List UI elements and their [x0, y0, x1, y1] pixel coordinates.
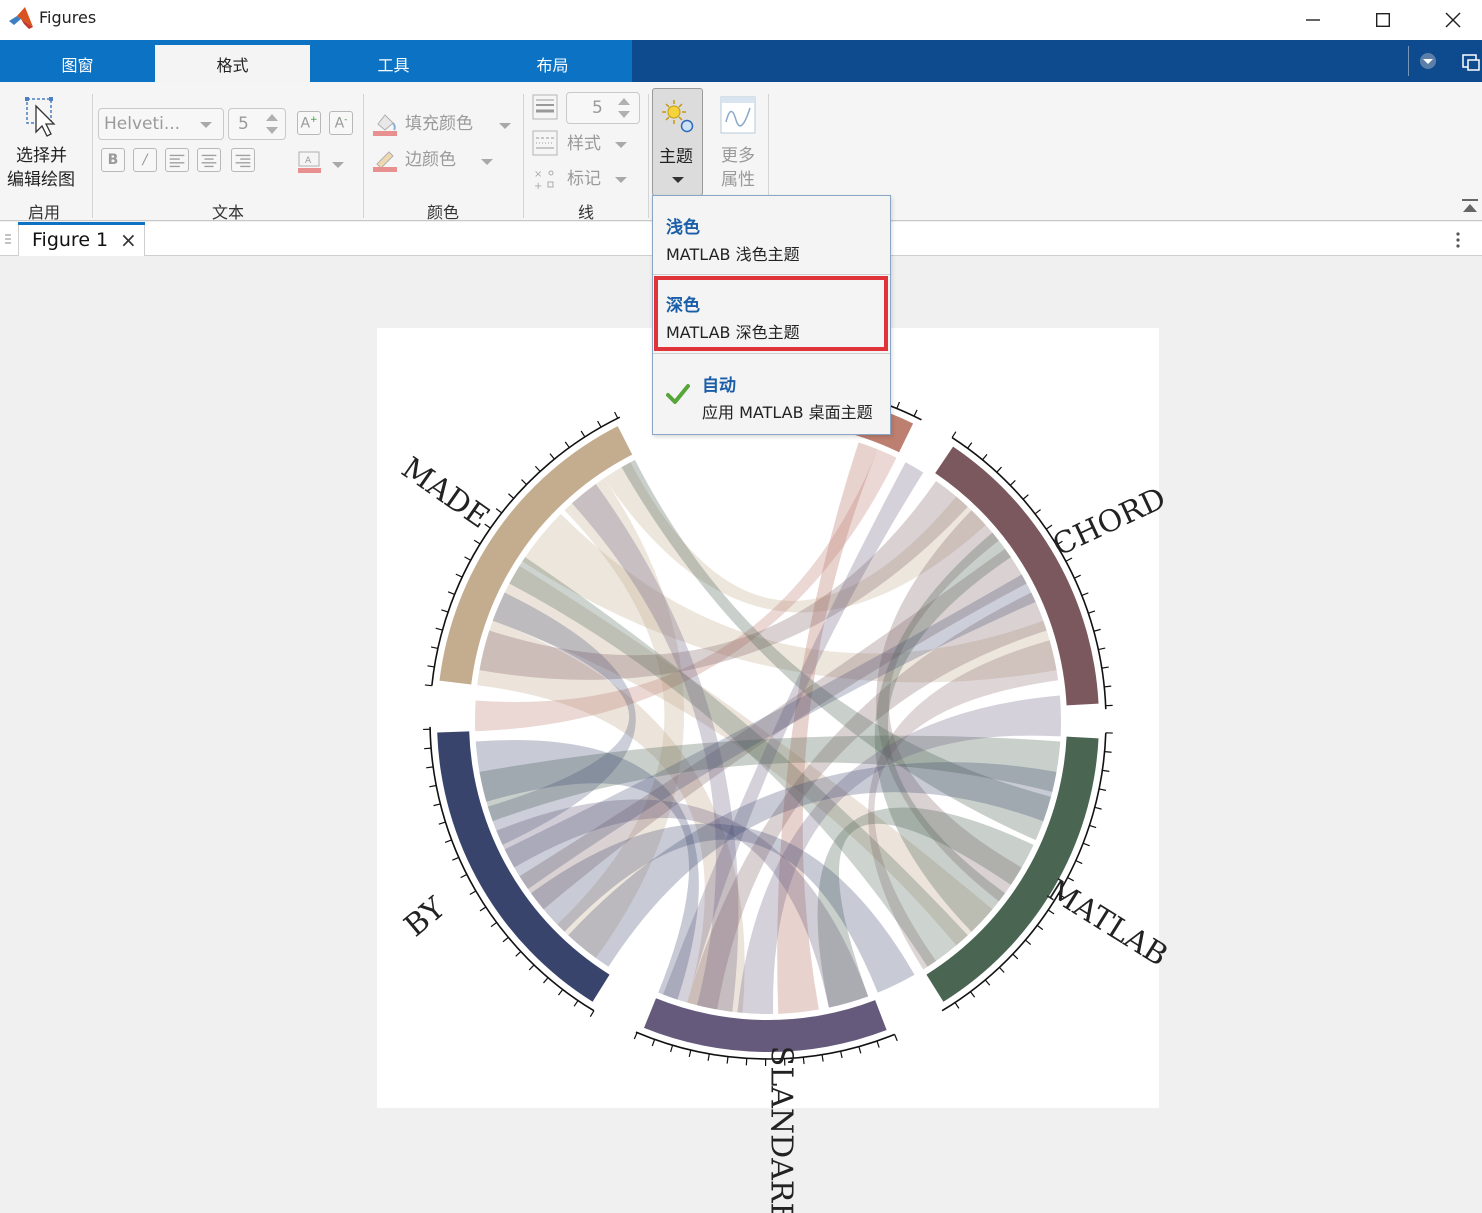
- tab-figure[interactable]: 图窗: [0, 45, 155, 82]
- decrease-font-icon: A-: [334, 114, 348, 132]
- menu-item-title: 自动: [702, 376, 736, 396]
- tab-strip-divider: [1408, 46, 1409, 76]
- tick-mark: [1104, 685, 1112, 688]
- svg-text:×: ×: [534, 169, 542, 180]
- close-icon: [1445, 12, 1461, 28]
- line-width-icon: [532, 94, 558, 120]
- tick-mark: [802, 1057, 805, 1065]
- maximize-button[interactable]: [1354, 0, 1412, 40]
- maximize-icon: [1376, 13, 1390, 27]
- group-divider: [363, 94, 364, 218]
- line-width-spinner[interactable]: 5: [566, 92, 640, 124]
- menu-item-desc: MATLAB 浅色主题: [666, 245, 800, 264]
- marker-button[interactable]: 标记: [567, 167, 601, 191]
- close-tab-icon[interactable]: ×: [120, 228, 137, 252]
- collapse-toolstrip-icon[interactable]: [1460, 196, 1480, 218]
- label-slandarer: SLANDARER: [763, 1046, 798, 1213]
- svg-text:A: A: [305, 156, 312, 166]
- more-options-icon[interactable]: [1448, 230, 1468, 250]
- group-divider: [92, 94, 93, 218]
- align-right-icon[interactable]: [231, 148, 255, 172]
- font-name-value: Helveti...: [104, 114, 181, 134]
- tab-format[interactable]: 格式: [155, 45, 310, 82]
- ribbon-tab-strip: 图窗 格式 工具 布局: [0, 40, 1482, 82]
- close-button[interactable]: [1424, 0, 1482, 40]
- chevron-down-icon[interactable]: [481, 159, 493, 165]
- bold-button[interactable]: B: [101, 148, 125, 172]
- svg-text:+: +: [534, 181, 542, 192]
- edge-color-icon: [373, 151, 397, 172]
- chevron-down-icon: [200, 122, 212, 128]
- menu-item-light[interactable]: 浅色 MATLAB 浅色主题: [653, 196, 890, 274]
- bold-icon: B: [107, 152, 119, 168]
- chevron-down-icon: [672, 177, 684, 183]
- active-tab-indicator: [18, 222, 145, 225]
- drag-grip-icon[interactable]: [4, 233, 12, 245]
- tab-tools[interactable]: 工具: [316, 45, 471, 82]
- theme-sun-icon: [662, 100, 694, 133]
- more-properties-line2[interactable]: 属性: [721, 168, 755, 192]
- group-label-enable: 启用: [27, 203, 60, 222]
- collapse-ribbon-icon[interactable]: [1417, 50, 1439, 72]
- marker-icon: ×+: [534, 169, 554, 192]
- group-label-line: 线: [577, 203, 594, 222]
- increase-font-icon: A+: [300, 114, 318, 132]
- undock-icon[interactable]: [1460, 51, 1482, 73]
- document-tab-figure-1[interactable]: Figure 1 ×: [18, 222, 145, 256]
- minimize-button[interactable]: [1284, 0, 1342, 40]
- group-divider: [523, 94, 524, 218]
- matlab-logo-icon: [9, 7, 33, 29]
- tick-mark: [726, 1056, 729, 1064]
- checkmark-icon: [666, 384, 690, 404]
- tab-layout[interactable]: 布局: [475, 45, 630, 82]
- menu-item-title: 浅色: [666, 218, 700, 238]
- menu-item-auto[interactable]: 自动 应用 MATLAB 桌面主题: [653, 354, 890, 434]
- italic-icon: /: [142, 152, 148, 168]
- align-center-icon[interactable]: [197, 148, 221, 172]
- dark-theme-highlight: [654, 276, 888, 351]
- font-color-icon[interactable]: A: [297, 150, 323, 176]
- tick-mark: [424, 684, 432, 687]
- theme-button[interactable]: 主题: [652, 88, 703, 196]
- chevron-down-icon[interactable]: [615, 142, 627, 148]
- tick-mark: [1104, 751, 1112, 753]
- select-edit-button-line2[interactable]: 编辑绘图: [7, 168, 75, 192]
- tick-mark: [424, 747, 432, 750]
- line-style-icon: [532, 130, 558, 156]
- select-edit-button-line1[interactable]: 选择并: [16, 144, 67, 168]
- increase-font-size-button[interactable]: A+: [297, 111, 321, 135]
- chevron-down-icon[interactable]: [332, 162, 344, 168]
- spinner-arrows-icon: [618, 98, 630, 118]
- line-width-value: 5: [592, 98, 603, 118]
- group-label-color: 颜色: [426, 203, 459, 222]
- line-style-button[interactable]: 样式: [567, 132, 601, 156]
- fill-color-button[interactable]: 填充颜色: [405, 112, 473, 136]
- menu-item-desc: 应用 MATLAB 桌面主题: [702, 403, 873, 422]
- fill-color-icon: [373, 114, 397, 136]
- chevron-down-icon[interactable]: [615, 177, 627, 183]
- title-bar: Figures: [0, 0, 1482, 40]
- group-divider: [648, 94, 649, 218]
- minimize-icon: [1306, 19, 1320, 21]
- edge-color-button[interactable]: 边颜色: [405, 148, 456, 172]
- align-left-icon[interactable]: [165, 148, 189, 172]
- font-name-dropdown[interactable]: Helveti...: [98, 108, 224, 140]
- more-properties-icon: [720, 96, 756, 134]
- document-tab-label: Figure 1: [32, 229, 109, 251]
- window-title: Figures: [39, 8, 97, 27]
- select-edit-icon: [25, 97, 56, 137]
- font-size-value: 5: [238, 114, 249, 134]
- chevron-down-icon[interactable]: [499, 123, 511, 129]
- spinner-arrows-icon: [266, 114, 278, 134]
- decrease-font-size-button[interactable]: A-: [329, 111, 353, 135]
- font-size-spinner[interactable]: 5: [228, 108, 286, 140]
- group-label-text: 文本: [211, 203, 244, 222]
- more-properties-line1[interactable]: 更多: [721, 144, 755, 168]
- italic-button[interactable]: /: [133, 148, 157, 172]
- theme-button-label: 主题: [659, 147, 693, 167]
